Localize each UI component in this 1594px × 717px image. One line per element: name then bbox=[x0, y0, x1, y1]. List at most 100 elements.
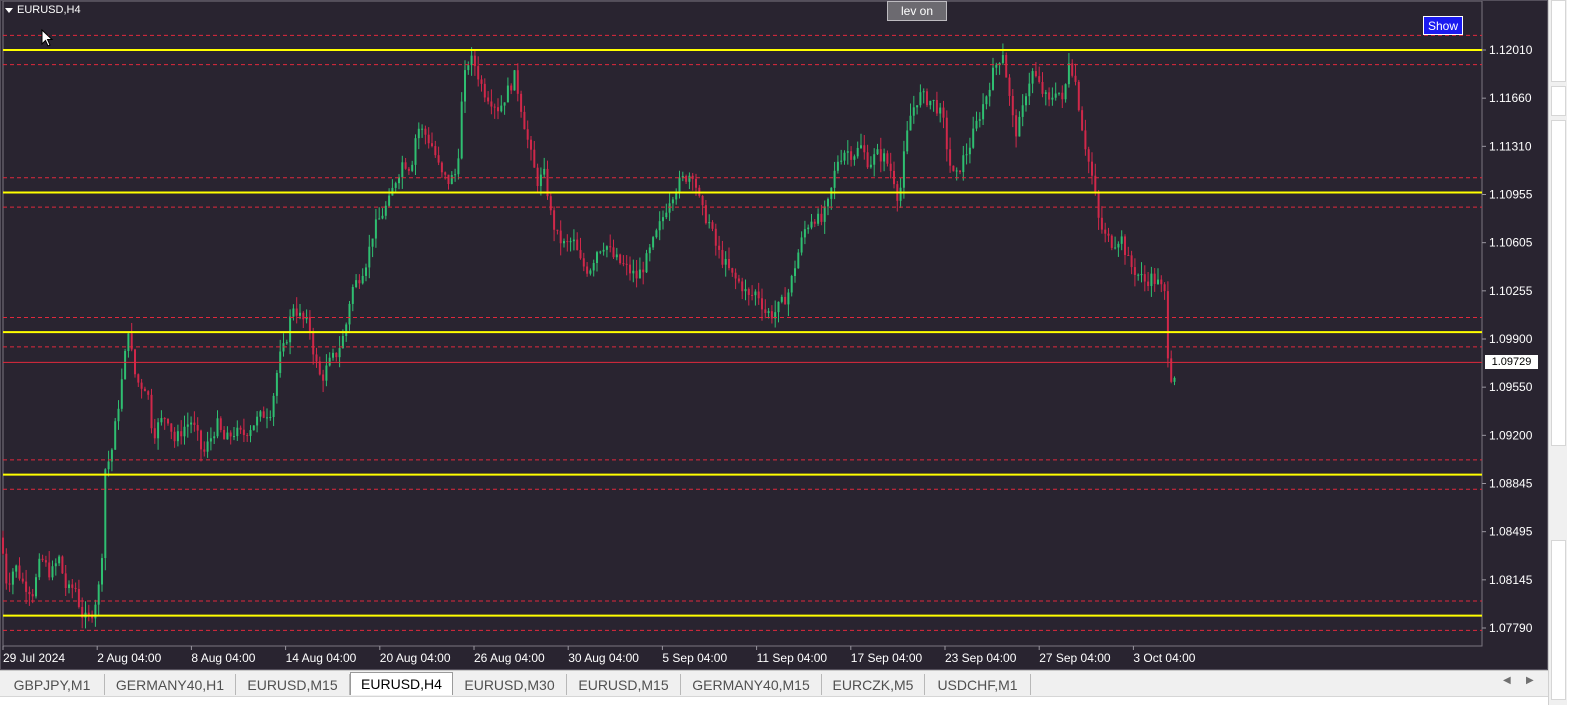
bull-candle bbox=[176, 431, 179, 442]
bull-candle bbox=[1025, 96, 1027, 106]
bull-candle bbox=[1054, 93, 1057, 98]
bull-candle bbox=[454, 174, 457, 176]
tab-usdchf-m1[interactable]: USDCHF,M1 bbox=[925, 674, 1031, 695]
tab-eurusd-m15-2[interactable]: EURUSD,M15 bbox=[567, 674, 681, 695]
bull-candle bbox=[1018, 116, 1021, 137]
price-axis-label: 1.12010 bbox=[1489, 43, 1533, 57]
bull-candle bbox=[912, 107, 915, 116]
tab-gbpjpy-m1[interactable]: GBPJPY,M1 bbox=[0, 674, 105, 695]
bull-candle bbox=[183, 426, 186, 437]
bull-candle bbox=[450, 175, 453, 185]
bear-candle bbox=[180, 431, 183, 437]
bull-candle bbox=[117, 408, 120, 422]
bull-candle bbox=[876, 149, 879, 155]
bear-candle bbox=[1160, 279, 1163, 285]
bull-candle bbox=[348, 303, 351, 325]
bull-candle bbox=[209, 438, 212, 442]
bull-candle bbox=[1067, 63, 1070, 85]
bull-candle bbox=[401, 162, 404, 178]
bear-candle bbox=[536, 167, 539, 187]
bear-candle bbox=[579, 250, 582, 259]
bear-candle bbox=[549, 196, 552, 211]
bull-candle bbox=[411, 164, 414, 171]
bull-candle bbox=[787, 292, 790, 305]
bear-candle bbox=[444, 172, 447, 175]
bull-candle bbox=[345, 324, 348, 336]
bull-candle bbox=[678, 177, 681, 193]
time-axis-label: 23 Sep 04:00 bbox=[945, 651, 1017, 665]
tab-eurusd-m30[interactable]: EURUSD,M30 bbox=[453, 674, 567, 695]
bear-candle bbox=[1127, 255, 1130, 257]
scrollbar-thumb[interactable] bbox=[1551, 0, 1566, 82]
price-axis-label: 1.08845 bbox=[1489, 477, 1533, 491]
bear-candle bbox=[18, 565, 21, 579]
tab-scroll-left-icon[interactable]: ◀ bbox=[1503, 675, 1511, 686]
chevron-down-icon[interactable] bbox=[5, 7, 13, 13]
scrollbar-segment[interactable] bbox=[1551, 120, 1566, 446]
bull-candle bbox=[596, 252, 598, 264]
chart-window[interactable]: 1.12010 1.11660 1.11310 1.10955 1.10605 1.102… bbox=[0, 0, 1548, 670]
bear-candle bbox=[770, 311, 773, 319]
bear-candle bbox=[246, 435, 249, 437]
symbol-title[interactable]: EURUSD,H4 bbox=[5, 3, 81, 17]
bear-candle bbox=[629, 264, 631, 274]
tab-eurusd-m15[interactable]: EURUSD,M15 bbox=[236, 674, 350, 695]
bear-candle bbox=[315, 354, 318, 362]
time-axis-label: 3 Oct 04:00 bbox=[1133, 651, 1195, 665]
bear-candle bbox=[1163, 284, 1166, 292]
bull-candle bbox=[236, 427, 239, 437]
bear-candle bbox=[239, 427, 242, 430]
bull-candle bbox=[767, 311, 770, 314]
bear-candle bbox=[533, 149, 536, 168]
bull-candle bbox=[186, 424, 189, 427]
bull-candle bbox=[602, 249, 605, 252]
bull-candle bbox=[417, 128, 420, 139]
bear-candle bbox=[622, 263, 625, 265]
bull-candle bbox=[1021, 105, 1024, 117]
time-axis-label: 11 Sep 04:00 bbox=[757, 651, 828, 665]
bull-candle bbox=[15, 565, 18, 572]
bull-candle bbox=[807, 227, 810, 230]
bear-candle bbox=[223, 429, 226, 440]
time-axis-label: 17 Sep 04:00 bbox=[851, 651, 923, 665]
lev-on-button[interactable]: lev on bbox=[887, 1, 947, 21]
bull-candle bbox=[794, 268, 796, 276]
bear-candle bbox=[163, 418, 166, 420]
scrollbar-segment[interactable] bbox=[1551, 540, 1566, 700]
bear-candle bbox=[1147, 281, 1150, 286]
bull-candle bbox=[1051, 97, 1054, 100]
show-button[interactable]: Show bbox=[1423, 16, 1463, 35]
bull-candle bbox=[325, 365, 328, 381]
bull-candle bbox=[361, 275, 364, 284]
bear-candle bbox=[813, 221, 816, 224]
bear-candle bbox=[25, 581, 28, 592]
tab-germany40-m15[interactable]: GERMANY40,M15 bbox=[681, 674, 822, 695]
bear-candle bbox=[44, 560, 47, 563]
bull-candle bbox=[365, 267, 367, 276]
bull-candle bbox=[355, 280, 358, 288]
bull-candle bbox=[120, 379, 123, 409]
tab-eurusd-h4[interactable]: EURUSD,H4 bbox=[350, 672, 453, 695]
price-chart[interactable]: 1.12010 1.11660 1.11310 1.10955 1.10605 1.102… bbox=[1, 1, 1549, 671]
vertical-scrollbar[interactable] bbox=[1548, 0, 1567, 705]
bear-candle bbox=[21, 578, 24, 582]
tab-scroll-right-icon[interactable]: ▶ bbox=[1526, 675, 1534, 686]
bear-candle bbox=[61, 556, 64, 574]
bear-candle bbox=[510, 85, 513, 91]
bull-candle bbox=[932, 100, 935, 102]
bear-candle bbox=[487, 97, 490, 102]
bear-candle bbox=[635, 270, 638, 279]
tab-germany40-h1[interactable]: GERMANY40,H1 bbox=[105, 674, 236, 695]
bear-candle bbox=[556, 229, 559, 231]
bull-candle bbox=[1150, 273, 1153, 286]
bull-candle bbox=[157, 422, 160, 439]
bear-candle bbox=[866, 152, 869, 168]
tab-eurczk-m5[interactable]: EURCZK,M5 bbox=[822, 674, 925, 695]
bull-candle bbox=[1031, 71, 1034, 84]
bear-candle bbox=[889, 163, 892, 171]
scrollbar-segment[interactable] bbox=[1551, 86, 1566, 116]
bear-candle bbox=[1081, 110, 1084, 131]
bear-candle bbox=[147, 391, 150, 395]
bull-candle bbox=[368, 246, 371, 268]
bull-candle bbox=[107, 461, 110, 470]
